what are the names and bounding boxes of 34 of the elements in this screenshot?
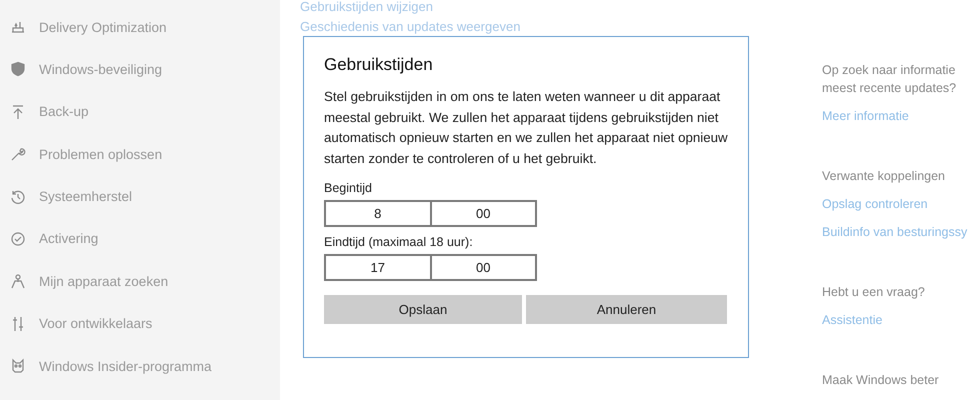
tools-icon (10, 316, 26, 332)
section-text: meest recente updates? (822, 80, 958, 96)
dialog-button[interactable]: Annuleren (526, 295, 727, 324)
dialog-button[interactable]: Opslaan (324, 295, 522, 324)
sidebar-item[interactable]: Windows-beveiliging (39, 62, 162, 77)
upload-icon (10, 104, 26, 120)
sidebar-item[interactable]: Problemen oplossen (39, 146, 162, 162)
sidebar-item[interactable]: Back-up (39, 104, 89, 120)
sidebar-item[interactable]: Voor ontwikkelaars (39, 316, 152, 332)
shield-icon (10, 61, 26, 78)
dialog-title: Gebruikstijden (324, 55, 434, 75)
cat-icon (10, 358, 26, 374)
sidebar-item[interactable]: Activering (39, 231, 98, 246)
link[interactable]: Meer informatie (822, 108, 970, 124)
wrench-icon (10, 146, 26, 162)
sidebar-item[interactable]: Systeemherstel (39, 189, 132, 204)
link[interactable]: Opslag controleren (822, 196, 970, 212)
link[interactable]: Gebruikstijden wijzigen (300, 0, 822, 14)
section-text: Hebt u een vraag? (822, 284, 926, 300)
field-label: Eindtijd (maximaal 18 uur): (324, 235, 474, 249)
link[interactable]: Assistentie (822, 312, 970, 328)
sidebar-item[interactable]: Delivery Optimization (39, 20, 167, 34)
link[interactable]: Geschiedenis van updates weergeven (300, 20, 822, 34)
link[interactable]: Buildinfo van besturingssy (822, 224, 970, 240)
sidebar-item[interactable]: Windows Insider-programma (39, 358, 212, 374)
history-icon (10, 188, 26, 205)
sidebar-item[interactable]: Mijn apparaat zoeken (39, 274, 168, 289)
section-text: Maak Windows beter (822, 372, 940, 388)
section-text: Op zoek naar informatie (822, 62, 956, 78)
dialog-text: Stel gebruikstijden in om ons te laten weten wanneer u dit apparaat meestal gebruikt. We zullen het apparaat tijdens gebruikstijden niet automatisch opnieuw starten en we zullen het apparaat niet opnieuw starten zonder te controleren of u het gebruikt. (324, 88, 728, 168)
section-text: Verwante koppelingen (822, 168, 946, 184)
check-icon (10, 230, 26, 247)
field-label: Begintijd (324, 181, 373, 195)
person-icon (10, 273, 26, 290)
